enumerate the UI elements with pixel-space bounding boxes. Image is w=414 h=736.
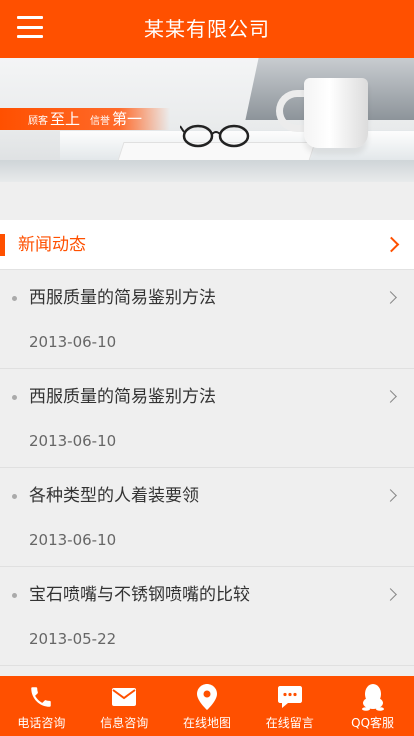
bullet-dot-icon [12, 395, 17, 400]
slogan-small-1: 顾客 [28, 116, 48, 127]
news-item[interactable]: 宝石喷嘴与不锈钢喷嘴的比较 2013-05-22 [0, 567, 414, 666]
nav-label: 信息咨询 [100, 716, 149, 730]
hero-banner[interactable]: 顾客 至上 信誉 第一 [0, 58, 414, 182]
news-item[interactable]: 西服质量的简易鉴别方法 2013-06-10 [0, 369, 414, 468]
coffee-mug-image [304, 78, 368, 148]
news-item-date: 2013-05-22 [29, 630, 117, 648]
chevron-right-icon [384, 588, 397, 601]
nav-online-message[interactable]: 在线留言 [248, 676, 331, 736]
nav-qq-service[interactable]: QQ客服 [331, 676, 414, 736]
section-accent-bar [0, 234, 5, 256]
chat-bubble-icon [276, 683, 304, 711]
nav-message-consult[interactable]: 信息咨询 [83, 676, 166, 736]
nav-label: QQ客服 [351, 716, 395, 730]
bullet-dot-icon [12, 593, 17, 598]
bottom-nav-bar: 电话咨询 信息咨询 在线地图 在线留言 QQ客服 [0, 676, 414, 736]
nav-label: 在线地图 [182, 716, 231, 730]
bullet-dot-icon [12, 494, 17, 499]
news-section-header[interactable]: 新闻动态 [0, 220, 414, 270]
chevron-right-icon [384, 291, 397, 304]
chevron-right-icon [383, 236, 400, 253]
page: 某某有限公司 顾客 至上 信誉 第一 新闻动态 西服质量的简易鉴别方法 2013… [0, 0, 414, 736]
news-item-date: 2013-06-10 [29, 333, 117, 351]
news-item[interactable]: 各种类型的人着装要领 2013-06-10 [0, 468, 414, 567]
qq-penguin-icon [359, 683, 387, 711]
eyeglasses-image [180, 124, 250, 148]
news-item-date: 2013-06-10 [29, 432, 117, 450]
chevron-right-icon [384, 489, 397, 502]
news-section-title: 新闻动态 [18, 235, 86, 255]
news-item-title: 各种类型的人着装要领 [29, 486, 199, 506]
banner-floor [0, 160, 414, 182]
slogan-big-1: 至上 [50, 110, 81, 128]
nav-label: 电话咨询 [17, 716, 66, 730]
chevron-right-icon [384, 390, 397, 403]
slogan-big-2: 第一 [112, 110, 143, 128]
banner-slogan: 顾客 至上 信誉 第一 [28, 108, 142, 130]
page-title: 某某有限公司 [144, 17, 270, 41]
bullet-dot-icon [12, 296, 17, 301]
phone-icon [27, 683, 55, 711]
news-item-title: 宝石喷嘴与不锈钢喷嘴的比较 [29, 585, 250, 605]
nav-online-map[interactable]: 在线地图 [166, 676, 249, 736]
envelope-icon [110, 683, 138, 711]
nav-phone-consult[interactable]: 电话咨询 [0, 676, 83, 736]
news-item-title: 西服质量的简易鉴别方法 [29, 387, 216, 407]
news-item[interactable]: 西服质量的简易鉴别方法 2013-06-10 [0, 270, 414, 369]
news-section: 新闻动态 西服质量的简易鉴别方法 2013-06-10 西服质量的简易鉴别方法 … [0, 220, 414, 676]
nav-label: 在线留言 [265, 716, 314, 730]
map-pin-icon [193, 683, 221, 711]
news-item-date: 2013-06-10 [29, 531, 117, 549]
news-item-title: 西服质量的简易鉴别方法 [29, 288, 216, 308]
header-bar: 某某有限公司 [0, 0, 414, 58]
news-list: 西服质量的简易鉴别方法 2013-06-10 西服质量的简易鉴别方法 2013-… [0, 270, 414, 666]
slogan-small-2: 信誉 [90, 116, 111, 127]
